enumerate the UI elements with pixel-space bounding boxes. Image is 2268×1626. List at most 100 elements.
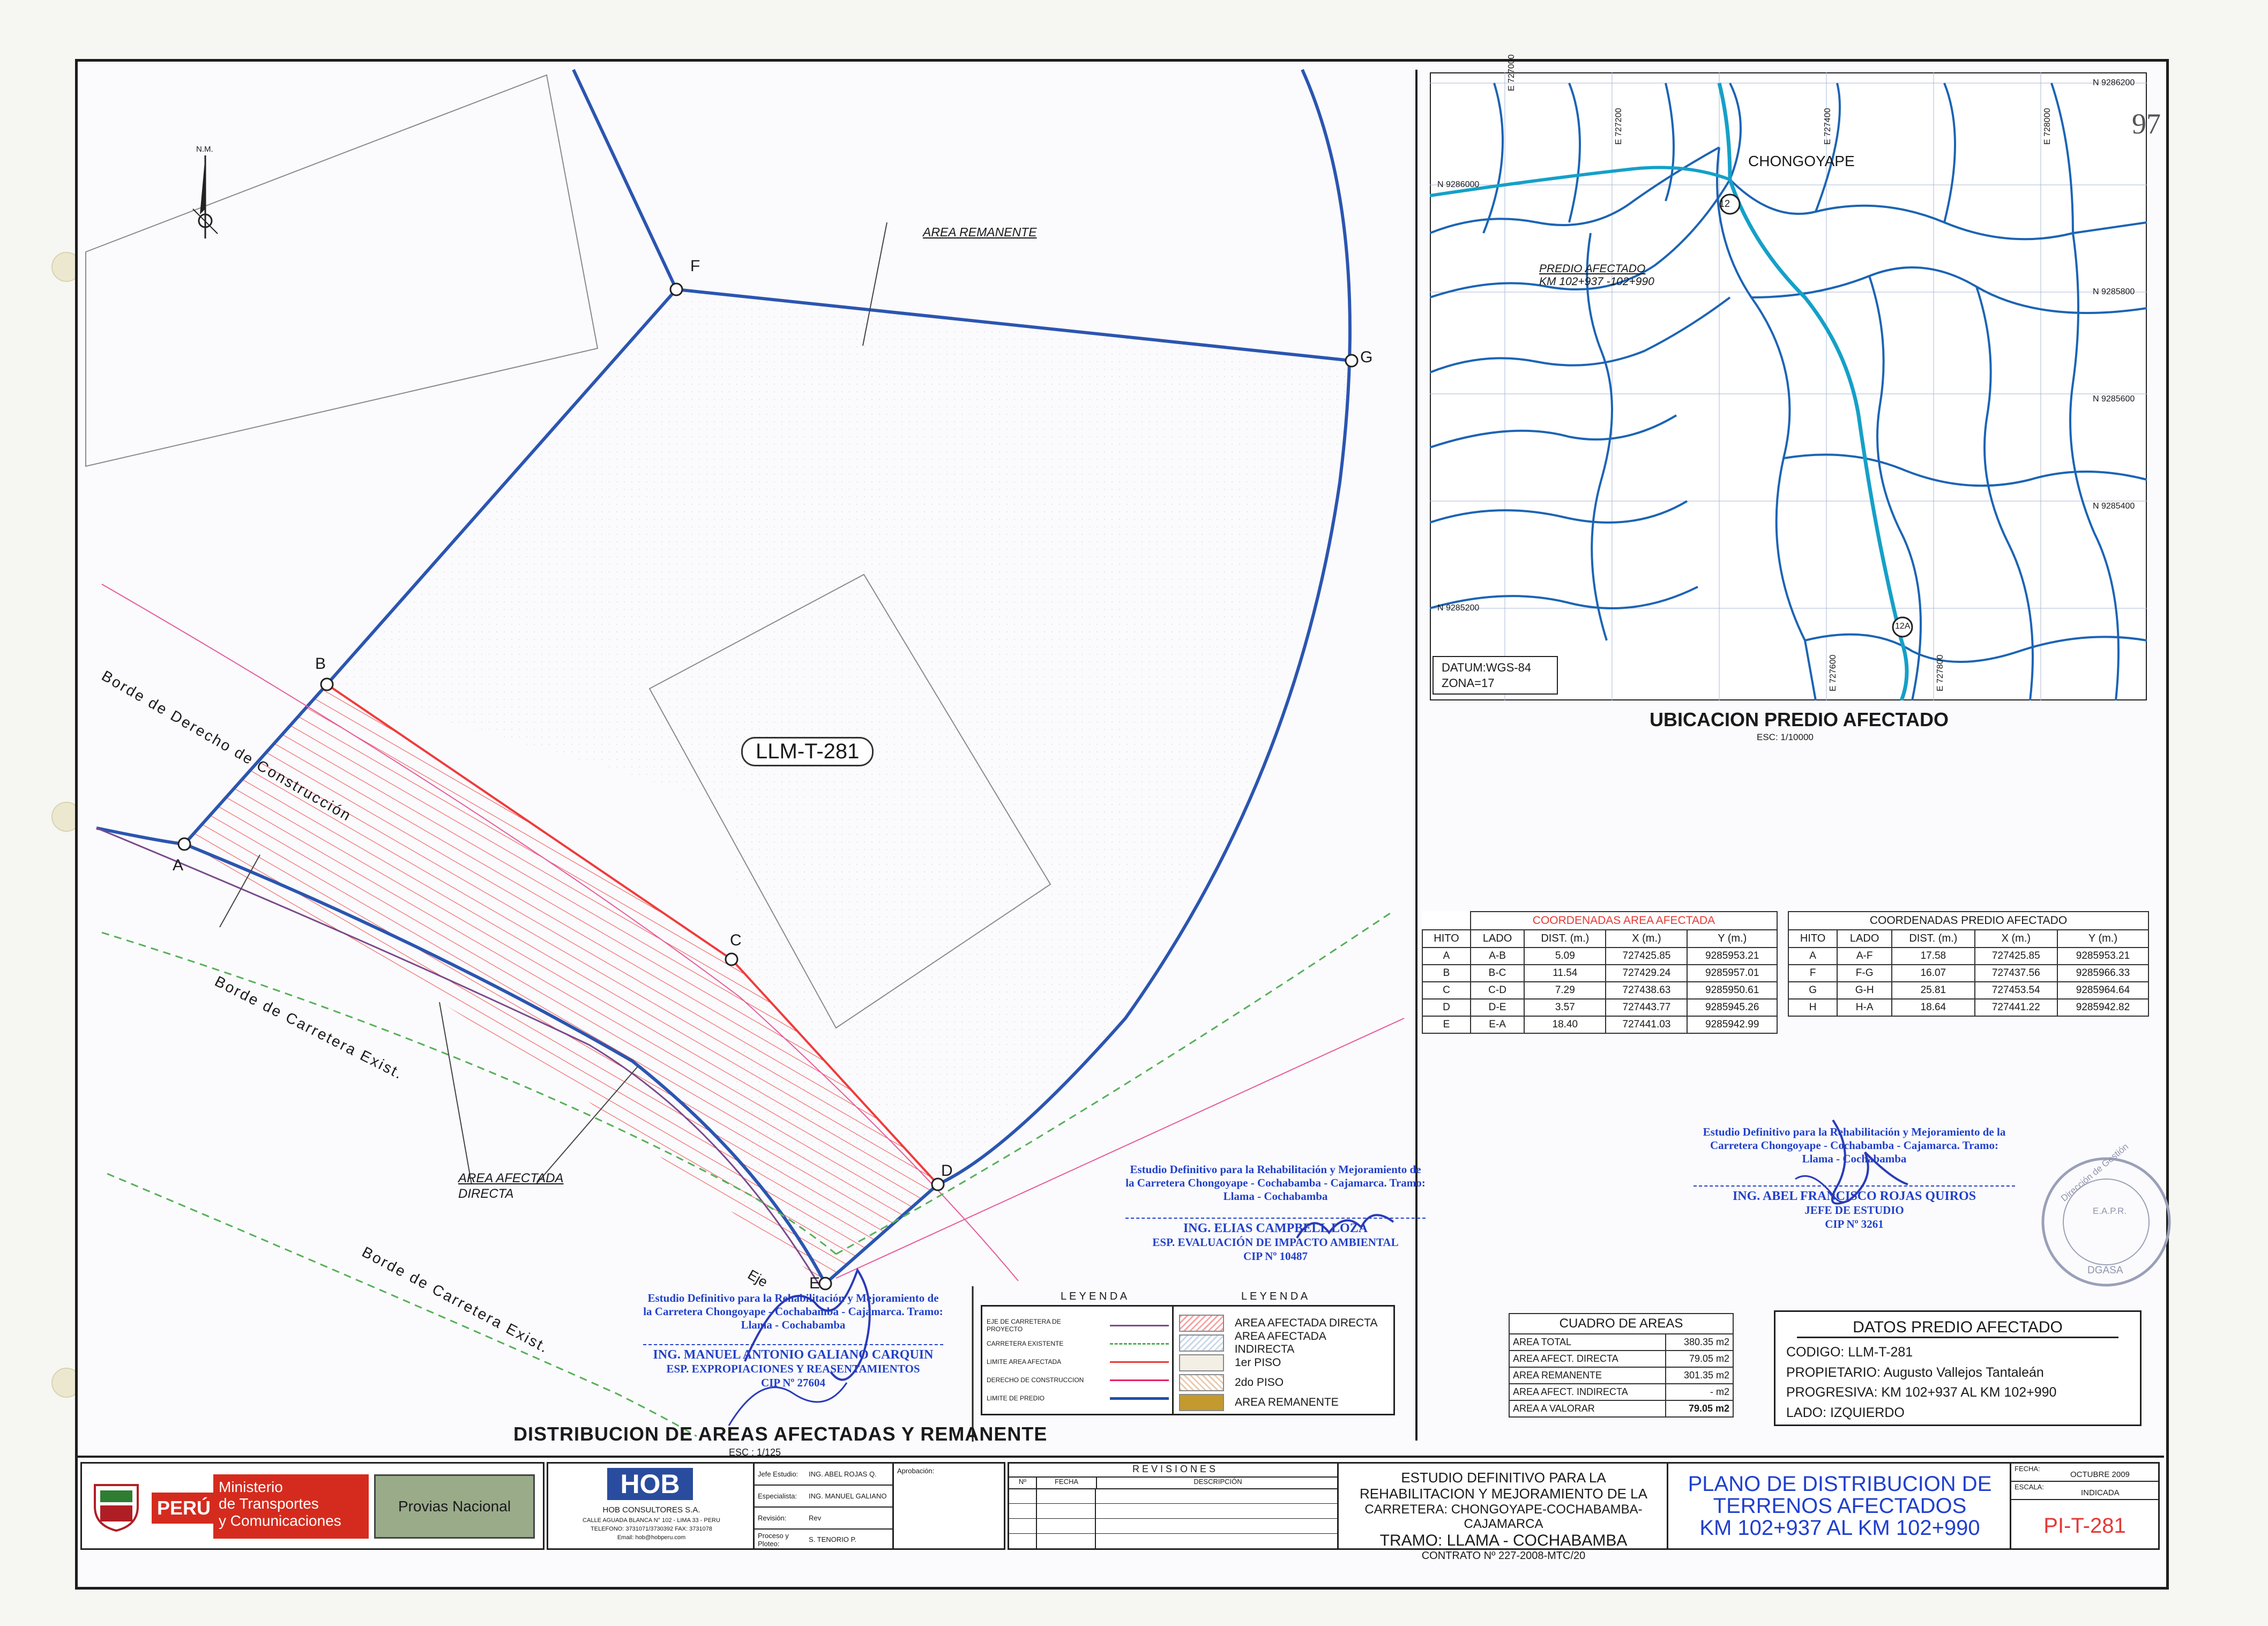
parcel-code-label: LLM-T-281 (741, 737, 874, 766)
header-cell: HITO (1422, 929, 1471, 948)
table-cell: AREA AFECT. DIRECTA (1509, 1350, 1666, 1368)
table-cell: 25.81 (1891, 981, 1975, 1000)
datum-line: DATUM:WGS-84 (1442, 661, 1532, 674)
point-label-f: F (690, 257, 700, 275)
legend-title: L E Y E N D A (1238, 1291, 1311, 1303)
table-cell: E-A (1469, 1016, 1525, 1034)
revisiones-block: R E V I S I O N E S Nº FECHA DESCRIPCIÓN (1008, 1462, 1340, 1550)
hob-address: CALLE AGUADA BLANCA N° 102 - LIMA 33 - P… (583, 1517, 720, 1524)
table-cell: E (1422, 1016, 1471, 1034)
staff-row: Jefe Estudio: ING. ABEL ROJAS Q. (755, 1464, 894, 1486)
legend-item-label: AREA AFECTADA INDIRECTA (1234, 1330, 1326, 1355)
header-cell: X (m.) (1605, 929, 1688, 948)
stamp-study-text: Estudio Definitivo para la Rehabilitació… (643, 1292, 943, 1332)
staff-row: Especialista: ING. MANUEL GALIANO (755, 1486, 894, 1508)
table-cell: 9285945.26 (1687, 998, 1778, 1017)
zona-line: ZONA=17 (1442, 676, 1495, 690)
coord-afectada-title: COORDENADAS AREA AFECTADA (1469, 911, 1778, 930)
header-cell: X (m.) (1974, 929, 2058, 948)
staff-name: ING. ABEL ROJAS Q. (809, 1470, 877, 1478)
east-tick: E 727400 (1823, 108, 1832, 145)
ministerio-line-2: de Transportes (219, 1495, 319, 1512)
location-predio-label: PREDIO AFECTADO KM 102+937 -102+990 (1539, 263, 1654, 288)
table-cell: G (1787, 981, 1838, 1000)
plano-line-1: PLANO DE DISTRIBUCION DE (1688, 1472, 1992, 1496)
area-afectada-label: AREA AFECTADA DIRECTA (458, 1171, 563, 1202)
table-cell: F-G (1837, 964, 1893, 982)
table-cell: A-B (1469, 947, 1525, 965)
table-cell: 9285957.01 (1687, 964, 1778, 982)
plano-line-3: KM 102+937 AL KM 102+990 (1699, 1516, 1980, 1540)
header-cell: Y (m.) (1687, 929, 1778, 948)
legend-item: LIMITE AREA AFECTADA (987, 1353, 1169, 1371)
estudio-line-1: ESTUDIO DEFINITIVO PARA LA (1401, 1470, 1606, 1486)
header-cell: DIST. (m.) (1891, 929, 1975, 948)
table-cell: 3.57 (1524, 998, 1607, 1017)
legend-item-label: CARRETERA EXISTENTE (987, 1340, 1064, 1347)
ministerio-logo-block: PERÚ Ministerio de Transportes y Comunic… (80, 1462, 544, 1550)
table-row: G G-H 25.81 727453.54 9285964.64 (1787, 981, 2150, 1000)
point-label-g: G (1360, 348, 1373, 366)
legend-item-label: AREA AFECTADA DIRECTA (1235, 1316, 1378, 1329)
legend-item: 1er PISO (1179, 1353, 1388, 1373)
rev-header: FECHA (1037, 1478, 1097, 1488)
datos-lado: LADO: IZQUIERDO (1786, 1405, 1905, 1420)
legend-item: LIMITE DE PREDIO (987, 1389, 1169, 1407)
point-label-c: C (730, 931, 742, 949)
table-row: AREA TOTAL 380.35 m2 (1509, 1333, 1734, 1351)
location-town-label: CHONGOYAPE (1748, 153, 1855, 169)
point-label-a: A (173, 856, 184, 874)
legend-title: L E Y E N D A (1057, 1291, 1131, 1303)
table-row: AREA AFECT. INDIRECTA - m2 (1509, 1383, 1734, 1401)
signature-stamp-expropiaciones: Estudio Definitivo para la Rehabilitació… (643, 1292, 943, 1390)
staff-role: Revisión: (758, 1514, 787, 1522)
predio-label-line-1: PREDIO AFECTADO (1539, 263, 1646, 275)
area-afectada-line-2: DIRECTA (458, 1186, 514, 1201)
table-cell: C-D (1469, 981, 1525, 1000)
north-tick: N 9285800 (2093, 287, 2135, 296)
main-map-title: DISTRIBUCION DE AREAS AFECTADAS Y REMANE… (513, 1423, 1048, 1445)
table-row: A A-B 5.09 727425.85 9285953.21 (1422, 947, 1778, 965)
point-label-d: D (941, 1162, 953, 1180)
datos-progresiva: PROGRESIVA: KM 102+937 AL KM 102+990 (1786, 1385, 2057, 1400)
fecha-lamina-block: FECHA: OCTUBRE 2009 ESCALA: INDICADA PI-… (2010, 1462, 2160, 1550)
legend-item-label: AREA REMANENTE (1235, 1396, 1339, 1408)
table-cell: 9285953.21 (1687, 947, 1778, 965)
east-tick: E 727200 (1614, 108, 1623, 145)
aprobacion-block: Aprobación: (892, 1462, 1005, 1550)
staff-role: Proceso y Ploteo: (758, 1531, 789, 1548)
table-row: AREA AFECT. DIRECTA 79.05 m2 (1509, 1350, 1734, 1368)
table-cell: 79.05 m2 (1665, 1350, 1734, 1368)
ministerio-line-3: y Comunicaciones (219, 1512, 341, 1529)
legend-item-label: LIMITE AREA AFECTADA (987, 1358, 1062, 1366)
peru-badge: PERÚ (152, 1493, 217, 1524)
datos-codigo: CODIGO: LLM-T-281 (1786, 1345, 1913, 1360)
table-cell: 9285964.64 (2056, 981, 2150, 1000)
table-cell: F (1787, 964, 1838, 982)
table-cell: 9285942.99 (1687, 1016, 1778, 1034)
legend-areas: L E Y E N D A AREA AFECTADA DIRECTA AREA… (1172, 1291, 1395, 1415)
estudio-line-2: REHABILITACION Y MEJORAMIENTO DE LA (1360, 1485, 1647, 1502)
table-cell: 727453.54 (1974, 981, 2058, 1000)
table-cell: AREA AFECT. INDIRECTA (1509, 1383, 1666, 1401)
legend-item-label: 1er PISO (1235, 1356, 1281, 1369)
table-cell: H (1787, 998, 1838, 1017)
table-cell: D-E (1469, 998, 1525, 1017)
hob-name: HOB CONSULTORES S.A. (602, 1505, 700, 1515)
table-row: H H-A 18.64 727441.22 9285942.82 (1787, 998, 2150, 1017)
legend-item-label: DERECHO DE CONSTRUCCION (987, 1376, 1084, 1384)
table-cell: AREA TOTAL (1509, 1333, 1666, 1351)
table-cell: A (1422, 947, 1471, 965)
legend-line (1110, 1361, 1169, 1363)
legend-line (1110, 1379, 1169, 1381)
north-tick: N 9285200 (1437, 603, 1480, 613)
location-map-scale: ESC: 1/10000 (1757, 732, 1814, 742)
table-row: B B-C 11.54 727429.24 9285957.01 (1422, 964, 1778, 982)
table-cell: 11.54 (1524, 964, 1607, 982)
point-label-e: E (809, 1274, 820, 1292)
hob-consultores-block: HOB HOB CONSULTORES S.A. CALLE AGUADA BL… (547, 1462, 756, 1550)
ministerio-block: Ministerio de Transportes y Comunicacion… (213, 1474, 369, 1539)
header-cell: LADO (1469, 929, 1525, 948)
ministerio-line-1: Ministerio (219, 1479, 283, 1495)
staff-name: Rev (809, 1514, 822, 1522)
